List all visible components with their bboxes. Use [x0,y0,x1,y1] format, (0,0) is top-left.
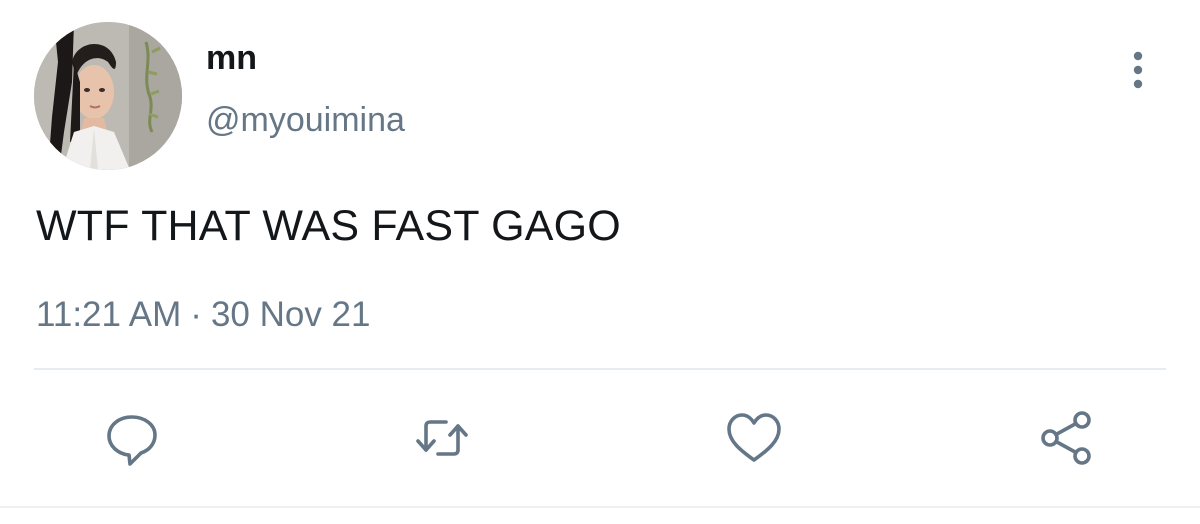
tweet-card: mn @myouimina WTF THAT WAS FAST GAGO 11:… [0,0,1200,524]
author-handle[interactable]: @myouimina [206,100,405,140]
reply-bubble-icon [107,415,157,466]
more-vertical-icon [1133,51,1143,89]
retweet-icon [416,420,468,456]
tweet-timestamp[interactable]: 11:21 AM · 30 Nov 21 [36,294,371,336]
like-button[interactable] [724,410,784,466]
meta-separator: · [190,295,202,334]
bottom-divider [0,506,1200,508]
reply-button[interactable] [102,410,162,466]
tweet-time: 11:21 AM [36,295,182,334]
avatar[interactable] [34,22,182,170]
author-display-name[interactable]: mn [206,38,257,78]
heart-icon [727,413,781,462]
tweet-date: 30 Nov 21 [210,295,371,334]
divider [34,368,1166,370]
avatar-photo [34,22,182,170]
share-button[interactable] [1036,410,1096,466]
retweet-button[interactable] [412,410,472,466]
more-options-button[interactable] [1118,48,1158,92]
tweet-text: WTF THAT WAS FAST GAGO [36,202,621,250]
share-icon [1041,411,1091,465]
